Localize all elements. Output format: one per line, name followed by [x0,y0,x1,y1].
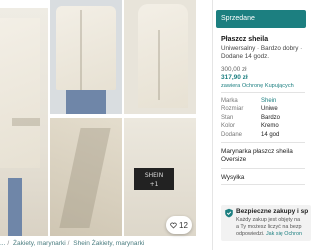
detail-row-color: Kolor Kremo [221,122,305,130]
divider [221,92,305,93]
safe-purchase-text: Każdy zakup jest objęty na a Ty możesz l… [236,217,302,237]
photo-1[interactable] [0,8,48,236]
breadcrumb-item[interactable]: Żakiety, marynarki [13,240,66,247]
buyer-protection-link[interactable]: zawiera Ochronę Kupujących [221,83,294,89]
item-price: 300,00 zł [221,66,247,73]
detail-key: Rozmiar [221,106,244,113]
detail-value: Uniwe [261,106,278,113]
detail-row-condition: Stan Bardzo [221,114,305,122]
detail-row-brand: Marka Shein [221,97,305,105]
safe-purchase-box: Bezpieczne zakupy i sp Każdy zakup jest … [221,205,311,241]
photo-gallery: SHEIN +1 12 [0,0,196,236]
brand-tag: SHEIN +1 [134,168,174,190]
item-total-price[interactable]: 317,90 zł [221,74,248,81]
item-description: Marynarka płaszcz sheila Oversize [221,148,293,164]
item-title: Płaszcz sheila [221,36,269,43]
item-posted: Dodane 14 godz. [221,53,269,60]
photo-4[interactable] [50,118,122,236]
favourite-button[interactable]: 12 [166,216,192,234]
breadcrumb: ... / Żakiety, marynarki / Shein Żakiety, … [0,240,145,247]
detail-key: Kolor [221,123,236,130]
detail-value: 14 god [261,131,280,138]
safe-purchase-title: Bezpieczne zakupy i sp [236,208,309,215]
shield-icon [225,208,233,218]
detail-value: Bardzo [261,114,281,121]
protection-info-link[interactable]: Jak się Ochron [266,231,302,237]
description-line: Oversize [221,156,247,163]
shipping-label: Wysyłka [221,174,245,181]
heart-icon [170,222,177,228]
details-table: Marka Shein Rozmiar Uniwe Stan Bardzo Ko… [221,97,305,139]
item-subtitle: Uniwersalny · Bardzo dobry · [221,45,303,52]
photo-2[interactable] [50,0,122,114]
detail-key: Marka [221,98,238,104]
favourite-count: 12 [179,220,188,230]
detail-key: Dodane [221,131,243,138]
brand-link[interactable]: Shein [261,97,276,105]
detail-row-size: Rozmiar Uniwe [221,105,305,113]
divider [221,142,305,143]
detail-row-added: Dodane 14 god [221,131,305,139]
breadcrumb-item[interactable]: Shein Żakiety, marynarki [73,240,144,247]
photo-3[interactable] [124,0,196,114]
item-details-panel: Sprzedane Płaszcz sheila Uniwersalny · B… [212,0,311,250]
divider [221,184,305,185]
detail-value: Kremo [261,123,279,130]
divider [221,168,305,169]
sold-badge: Sprzedane [216,10,306,28]
detail-key: Stan [221,114,234,121]
breadcrumb-item[interactable]: ... [0,240,5,247]
description-line: Marynarka płaszcz sheila [221,148,293,155]
